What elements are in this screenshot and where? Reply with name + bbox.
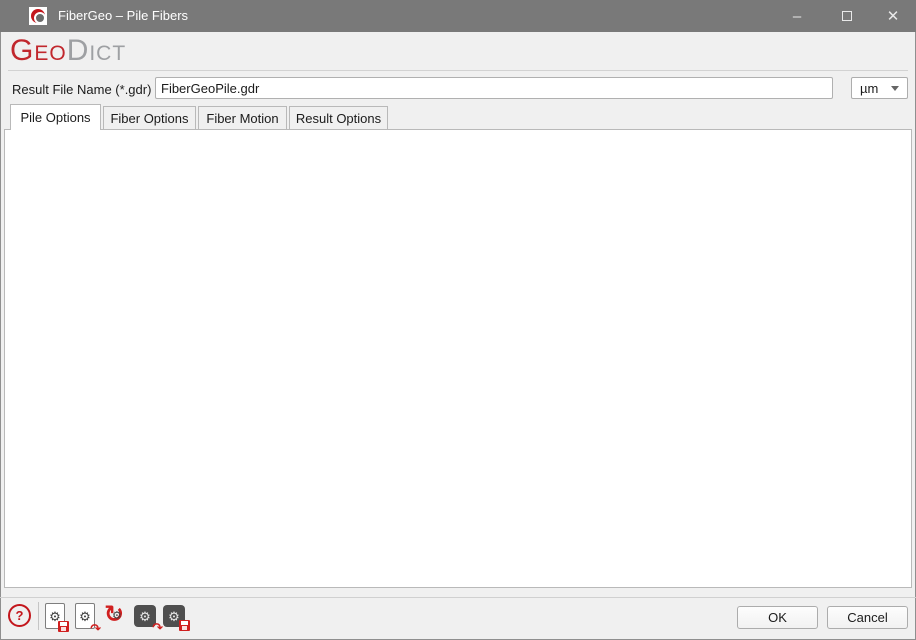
unit-dropdown[interactable]: µm [851, 77, 908, 99]
tab-fiber-motion[interactable]: Fiber Motion [198, 106, 287, 129]
footer-separator [0, 597, 916, 598]
curved-arrow-icon: ↷ [152, 621, 163, 634]
load-default-settings-icon[interactable]: ⚙ ↷ [134, 605, 156, 627]
ok-button[interactable]: OK [737, 606, 818, 629]
floppy-badge-icon [179, 620, 190, 631]
logo-separator [8, 70, 908, 71]
help-icon[interactable]: ? [8, 604, 31, 627]
load-settings-from-file-icon[interactable]: ⚙ ↷ [75, 603, 95, 629]
minimize-icon[interactable]: – [774, 0, 820, 32]
maximize-icon[interactable] [824, 0, 870, 32]
result-file-label: Result File Name (*.gdr) [12, 82, 151, 97]
close-icon[interactable]: ✕ [870, 0, 916, 32]
save-default-settings-icon[interactable]: ⚙ [163, 605, 185, 627]
pile-options-panel [4, 129, 912, 588]
tab-pile-options[interactable]: Pile Options [10, 104, 101, 130]
cancel-button[interactable]: Cancel [827, 606, 908, 629]
window-title: FiberGeo – Pile Fibers [58, 0, 188, 32]
toolbar-separator [38, 602, 39, 630]
dialog-window: FiberGeo – Pile Fibers – ✕ GeoDict Resul… [0, 0, 916, 640]
app-icon [29, 7, 47, 25]
gear-icon: ⚙ [79, 610, 91, 623]
floppy-badge-icon [58, 621, 69, 632]
gear-icon: ⚙ [139, 610, 151, 623]
reload-settings-icon[interactable]: ↻ ⚙ [104, 604, 130, 630]
result-file-input[interactable] [155, 77, 833, 99]
unit-value: µm [860, 81, 878, 96]
save-settings-to-file-icon[interactable]: ⚙ [45, 603, 65, 629]
geodict-logo: GeoDict [10, 34, 126, 68]
curved-arrow-icon: ↷ [90, 622, 101, 635]
tab-fiber-options[interactable]: Fiber Options [103, 106, 196, 129]
title-bar: FiberGeo – Pile Fibers – ✕ [0, 0, 916, 32]
tab-result-options[interactable]: Result Options [289, 106, 388, 129]
gear-icon: ⚙ [112, 611, 122, 622]
chevron-down-icon [891, 86, 899, 91]
